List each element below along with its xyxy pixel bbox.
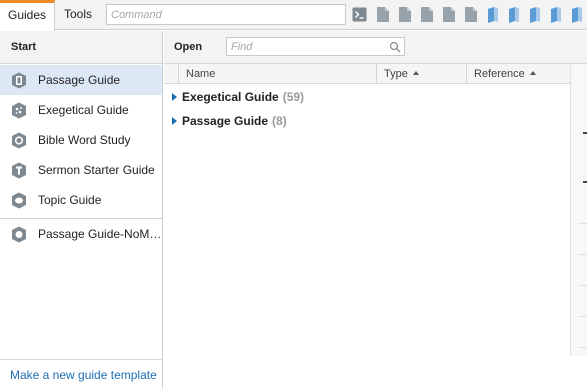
edge-line: [578, 285, 587, 286]
expand-triangle-icon[interactable]: [172, 93, 177, 101]
find-box[interactable]: [226, 37, 405, 56]
tab-tools[interactable]: Tools: [55, 0, 101, 30]
column-header-row: Name Type Reference: [164, 64, 570, 84]
left-footer: Make a new guide template: [0, 359, 162, 389]
start-header: Start: [0, 31, 162, 64]
command-box[interactable]: [106, 4, 346, 25]
tree-row-title: Exegetical Guide: [182, 90, 279, 104]
tree-row-label: Passage Guide (8): [182, 114, 287, 128]
tab-guides[interactable]: Guides: [0, 0, 55, 31]
edge-line: [578, 316, 587, 317]
book-icon[interactable]: [549, 6, 563, 23]
terminal-icon[interactable]: [352, 6, 367, 23]
find-input[interactable]: [227, 38, 377, 55]
column-reference-label: Reference: [474, 68, 525, 80]
custom-guide-icon: [12, 226, 26, 243]
guide-item-label: Passage Guide-NoM…: [38, 227, 162, 241]
edge-line: [578, 347, 587, 348]
guide-item-label: Exegetical Guide: [38, 103, 129, 117]
start-title: Start: [11, 41, 37, 53]
open-guides-panel: Open Name Type Reference Exegetical Guid…: [164, 31, 587, 389]
document-icon[interactable]: [464, 6, 478, 23]
guide-item-topic-guide[interactable]: Topic Guide: [0, 185, 162, 215]
column-name[interactable]: Name: [178, 64, 376, 84]
edge-line: [578, 223, 587, 224]
guides-start-panel: Start Passage Guide Exegetical Guide Bib…: [0, 31, 163, 389]
expand-triangle-icon[interactable]: [172, 117, 177, 125]
edge-tick: [583, 181, 587, 183]
book-icon[interactable]: [507, 6, 521, 23]
command-input[interactable]: [107, 5, 345, 24]
sermon-starter-icon: [12, 162, 26, 179]
top-toolbar: Guides Tools: [0, 0, 587, 31]
sort-ascending-icon: [412, 71, 419, 76]
column-reference[interactable]: Reference: [466, 64, 570, 84]
tree-row-title: Passage Guide: [182, 114, 269, 128]
document-icon[interactable]: [442, 6, 456, 23]
vertical-scrollbar[interactable]: [570, 64, 587, 356]
tree-row-label: Exegetical Guide (59): [182, 90, 304, 104]
open-title: Open: [174, 41, 203, 53]
guide-item-label: Topic Guide: [38, 193, 102, 207]
book-icon[interactable]: [486, 6, 500, 23]
tree-row-count: (59): [282, 90, 305, 104]
guide-item-passage-guide[interactable]: Passage Guide: [0, 65, 162, 95]
column-type[interactable]: Type: [376, 64, 466, 84]
guide-item-custom[interactable]: Passage Guide-NoM…: [0, 219, 162, 249]
edge-tick: [583, 132, 587, 134]
edge-line: [578, 254, 587, 255]
sort-ascending-icon: [529, 71, 536, 76]
document-icon[interactable]: [376, 6, 390, 23]
guide-item-label: Passage Guide: [38, 73, 121, 87]
make-new-template-link[interactable]: Make a new guide template: [10, 368, 157, 382]
topic-guide-icon: [12, 192, 26, 209]
tree-row-count: (8): [272, 114, 287, 128]
guide-item-label: Sermon Starter Guide: [38, 163, 155, 177]
tree-row[interactable]: Passage Guide (8): [164, 110, 570, 132]
column-name-label: Name: [186, 68, 216, 80]
word-study-icon: [12, 132, 26, 149]
book-icon[interactable]: [528, 6, 542, 23]
guide-item-exegetical-guide[interactable]: Exegetical Guide: [0, 95, 162, 125]
exegetical-guide-icon: [12, 102, 26, 119]
guide-item-bible-word-study[interactable]: Bible Word Study: [0, 125, 162, 155]
open-header: Open: [164, 31, 587, 64]
guide-item-label: Bible Word Study: [38, 133, 131, 147]
tree-row[interactable]: Exegetical Guide (59): [164, 86, 570, 108]
column-type-label: Type: [384, 68, 408, 80]
search-icon[interactable]: [389, 41, 401, 53]
document-icon[interactable]: [398, 6, 412, 23]
passage-guide-icon: [12, 72, 26, 89]
document-icon[interactable]: [420, 6, 434, 23]
book-icon[interactable]: [570, 6, 584, 23]
guide-item-sermon-starter-guide[interactable]: Sermon Starter Guide: [0, 155, 162, 185]
